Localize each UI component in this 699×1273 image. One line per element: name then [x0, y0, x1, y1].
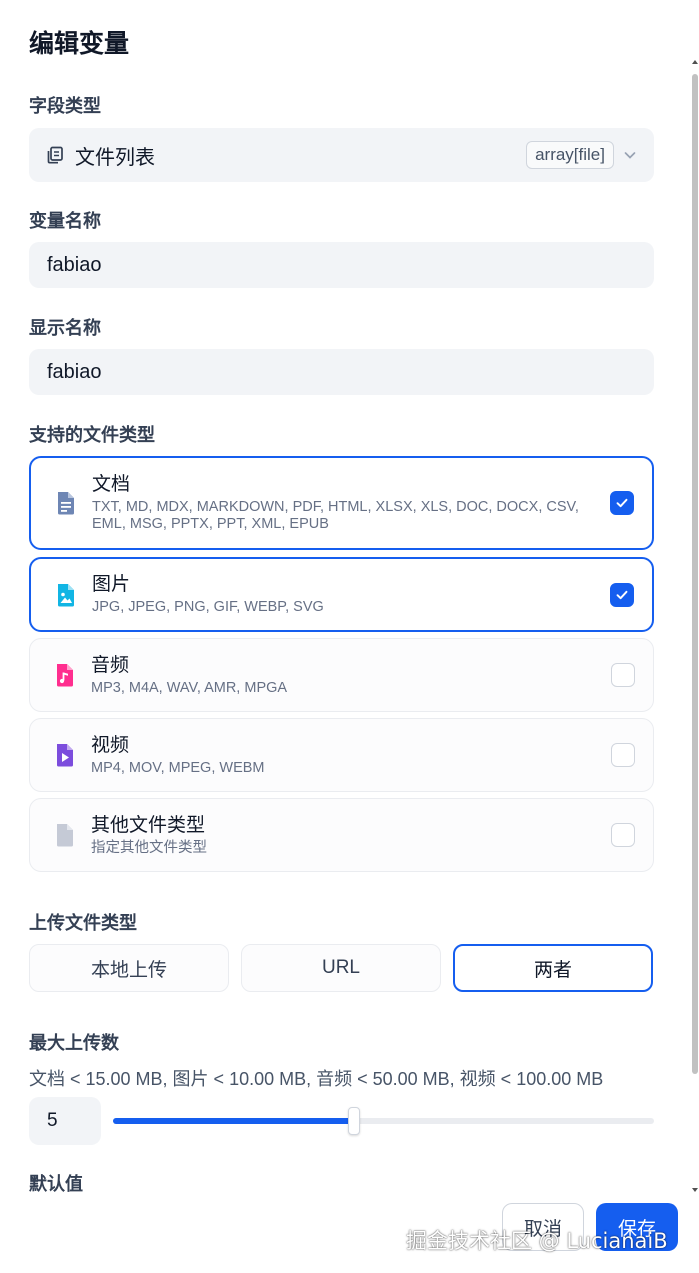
display-name-value: fabiao [47, 360, 102, 383]
file-type-name: 其他文件类型 [91, 814, 206, 836]
file-type-card-video[interactable]: 视频 MP4, MOV, MPEG, WEBM [29, 718, 654, 792]
chevron-down-icon [624, 152, 636, 159]
check-icon [616, 498, 628, 508]
default-value-label: 默认值 [29, 1174, 83, 1194]
file-type-name: 图片 [92, 574, 131, 595]
check-icon [616, 590, 628, 599]
display-name-label: 显示名称 [29, 318, 101, 338]
upload-option-url[interactable]: URL [241, 944, 441, 992]
file-type-name: 文档 [92, 474, 131, 495]
file-type-name: 视频 [91, 734, 130, 756]
upload-method-label: 上传文件类型 [29, 913, 137, 933]
file-type-desc: MP4, MOV, MPEG, WEBM [91, 759, 265, 776]
audio-checkbox[interactable] [611, 663, 635, 687]
file-icon [57, 824, 73, 847]
upload-option-local[interactable]: 本地上传 [29, 944, 229, 992]
file-type-card-other[interactable]: 其他文件类型 指定其他文件类型 [29, 798, 654, 872]
variable-name-input[interactable]: fabiao [29, 242, 654, 288]
field-type-value: 文件列表 [75, 146, 155, 169]
copy-icon [47, 146, 63, 164]
image-icon [58, 583, 74, 606]
scroll-down-icon[interactable] [691, 1184, 699, 1196]
slider-thumb[interactable] [348, 1107, 360, 1135]
max-uploads-slider[interactable] [113, 1107, 654, 1135]
max-uploads-input[interactable]: 5 [29, 1097, 101, 1145]
file-type-name: 音频 [91, 654, 130, 676]
scroll-up-icon[interactable] [691, 56, 699, 68]
page-title: 编辑变量 [29, 30, 130, 58]
document-checkbox[interactable] [610, 491, 634, 515]
file-type-desc: TXT, MD, MDX, MARKDOWN, PDF, HTML, XLSX,… [92, 499, 579, 532]
audio-icon [57, 664, 73, 687]
watermark: 掘金技术社区 @ LucianaiB [406, 1229, 668, 1253]
supported-types-label: 支持的文件类型 [29, 425, 155, 445]
field-type-badge: array[file] [526, 141, 614, 169]
file-type-desc: 指定其他文件类型 [91, 839, 207, 856]
file-type-card-document[interactable]: 文档 TXT, MD, MDX, MARKDOWN, PDF, HTML, XL… [29, 456, 654, 550]
other-checkbox[interactable] [611, 823, 635, 847]
upload-option-both[interactable]: 两者 [453, 944, 653, 992]
scroll-thumb[interactable] [692, 74, 698, 1074]
variable-name-value: fabiao [47, 253, 102, 276]
display-name-input[interactable]: fabiao [29, 349, 654, 395]
video-icon [57, 744, 73, 767]
file-type-desc: MP3, M4A, WAV, AMR, MPGA [91, 679, 288, 696]
field-type-select[interactable]: 文件列表 array[file] [29, 128, 654, 182]
field-type-label: 字段类型 [29, 96, 101, 116]
video-checkbox[interactable] [611, 743, 635, 767]
document-icon [58, 492, 74, 515]
slider-fill [113, 1118, 354, 1124]
file-type-card-image[interactable]: 图片 JPG, JPEG, PNG, GIF, WEBP, SVG [29, 557, 654, 632]
scrollbar[interactable] [691, 56, 699, 1196]
variable-name-label: 变量名称 [29, 211, 101, 231]
file-type-card-audio[interactable]: 音频 MP3, M4A, WAV, AMR, MPGA [29, 638, 654, 712]
max-uploads-label: 最大上传数 [29, 1033, 119, 1053]
max-uploads-value: 5 [47, 1110, 58, 1131]
file-type-desc: JPG, JPEG, PNG, GIF, WEBP, SVG [92, 599, 324, 615]
image-checkbox[interactable] [610, 582, 634, 607]
size-limits-text: 文档 < 15.00 MB, 图片 < 10.00 MB, 音频 < 50.00… [29, 1069, 604, 1089]
